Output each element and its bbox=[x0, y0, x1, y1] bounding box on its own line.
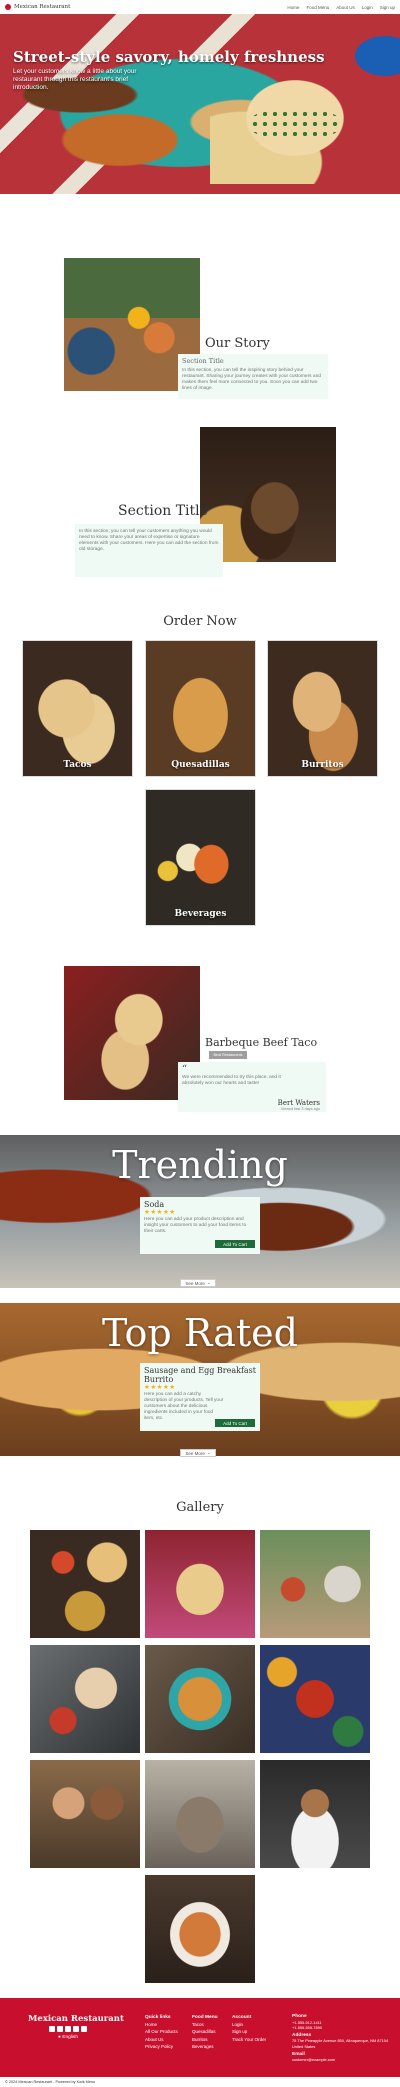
gallery-image[interactable] bbox=[260, 1530, 370, 1638]
product-description: Here you can add your product descriptio… bbox=[144, 1217, 247, 1234]
footer-link-beverages[interactable]: Beverages bbox=[192, 2043, 218, 2050]
chevron-down-icon[interactable] bbox=[195, 205, 205, 212]
hero-intro: Let your customers know a little about y… bbox=[13, 68, 137, 91]
gallery-image[interactable] bbox=[260, 1645, 370, 1753]
see-more-label: See More bbox=[185, 1450, 205, 1456]
copyright-bar: © 2024 Mexican Restaurant - Powered by K… bbox=[0, 2077, 400, 2087]
see-more-label: See More bbox=[185, 1280, 205, 1286]
gallery-image[interactable] bbox=[260, 1760, 370, 1868]
quote-icon: “ bbox=[182, 1064, 188, 1075]
gallery-image[interactable] bbox=[145, 1875, 255, 1983]
copyright-text: © 2024 Mexican Restaurant - Powered by K… bbox=[5, 2080, 96, 2084]
nav-link-about-us[interactable]: About Us bbox=[336, 5, 355, 10]
see-more-button[interactable]: See More ⌄ bbox=[180, 1279, 216, 1287]
add-to-cart-button[interactable]: Add To Cart bbox=[215, 1419, 255, 1427]
nav-link-sign-up[interactable]: Sign up bbox=[380, 5, 395, 10]
footer-link-privacy[interactable]: Privacy Policy bbox=[145, 2043, 178, 2050]
chevron-down-icon: ⌄ bbox=[206, 1450, 211, 1455]
our-story-card: Section Title In this section, you can t… bbox=[178, 354, 328, 399]
footer-link-tacos[interactable]: Tacos bbox=[192, 2021, 218, 2028]
footer-heading: Food Menu bbox=[192, 2015, 218, 2020]
footer-address: 75 The Pineapple Avenue 850, Albuquerque… bbox=[292, 2038, 389, 2049]
product-name[interactable]: Sausage and Egg Breakfast Burrito bbox=[144, 1366, 256, 1384]
social-links bbox=[49, 2026, 87, 2032]
gallery-image[interactable] bbox=[145, 1645, 255, 1753]
footer-link-about[interactable]: About Us bbox=[145, 2036, 178, 2043]
rating-stars: ★★★★★ bbox=[144, 1209, 176, 1216]
our-story-title: Our Story bbox=[205, 336, 270, 351]
category-label: Burritos bbox=[301, 760, 344, 770]
gallery-image[interactable] bbox=[30, 1760, 140, 1868]
hero-cilantro-image bbox=[250, 109, 340, 139]
category-burritos-card[interactable]: Burritos bbox=[267, 640, 378, 777]
footer-link-products[interactable]: All Our Products bbox=[145, 2028, 178, 2035]
globe-icon: ● bbox=[58, 2035, 61, 2040]
chevron-down-icon: ⌄ bbox=[206, 1280, 211, 1285]
footer-link-quesadillas[interactable]: Quesadillas bbox=[192, 2028, 218, 2035]
featured-badge: Best Restaurants bbox=[209, 1051, 247, 1059]
nav-link-food-menu[interactable]: Food Menu bbox=[306, 5, 329, 10]
language-selector[interactable]: ● English bbox=[58, 2035, 78, 2040]
section-card: In this section, you can tell your custo… bbox=[75, 524, 223, 577]
section-card-text: In this section, you can tell your custo… bbox=[79, 529, 219, 552]
footer-link-login[interactable]: Login bbox=[232, 2021, 266, 2028]
category-label: Tacos bbox=[63, 760, 92, 770]
hero-bowl-image bbox=[355, 36, 400, 76]
footer-brand[interactable]: Mexican Restaurant bbox=[28, 2014, 124, 2024]
category-label: Beverages bbox=[174, 909, 227, 919]
gallery-image[interactable] bbox=[30, 1645, 140, 1753]
our-story-card-heading: Section Title bbox=[182, 357, 224, 365]
reviewer-name: Bert Waters bbox=[277, 1099, 320, 1107]
category-label: Quesadillas bbox=[171, 760, 230, 770]
see-more-button[interactable]: See More ⌄ bbox=[180, 1449, 216, 1457]
nav-link-home[interactable]: Home bbox=[287, 5, 299, 10]
hero-banner: Street-style savory, homely freshness Le… bbox=[0, 14, 400, 194]
order-now-title: Order Now bbox=[163, 614, 237, 629]
footer-link-home[interactable]: Home bbox=[145, 2021, 178, 2028]
product-name[interactable]: Soda bbox=[144, 1200, 256, 1209]
product-description: Here you can add a catchy description of… bbox=[144, 1392, 224, 1421]
add-to-cart-button[interactable]: Add To Cart bbox=[215, 1240, 255, 1248]
featured-dish-name[interactable]: Barbeque Beef Taco bbox=[205, 1036, 317, 1049]
top-rated-title: Top Rated bbox=[102, 1311, 298, 1355]
gallery-image[interactable] bbox=[145, 1760, 255, 1868]
footer-email[interactable]: customer@example.com bbox=[292, 2057, 392, 2063]
restaurant-logo-icon[interactable] bbox=[5, 4, 11, 10]
footer-phone[interactable]: +1-555-555-7890 bbox=[292, 2025, 392, 2031]
footer-heading: Account bbox=[232, 2015, 252, 2020]
our-story-card-text: In this section, you can tell the inspir… bbox=[182, 368, 321, 391]
gallery-image[interactable] bbox=[145, 1530, 255, 1638]
review-date: Viewed fast 3 days ago bbox=[280, 1107, 320, 1111]
tiktok-icon[interactable] bbox=[81, 2026, 87, 2032]
gallery-image[interactable] bbox=[30, 1530, 140, 1638]
twitter-icon[interactable] bbox=[65, 2026, 71, 2032]
gallery-title: Gallery bbox=[176, 1500, 224, 1515]
category-tacos-card[interactable]: Tacos bbox=[22, 640, 133, 777]
category-quesadillas-card[interactable]: Quesadillas bbox=[145, 640, 256, 777]
language-label: English bbox=[62, 2035, 78, 2040]
footer-account: Account Login Sign up Track Your Order bbox=[232, 2014, 266, 2043]
footer-link-track-order[interactable]: Track Your Order bbox=[232, 2036, 266, 2043]
footer-quick-links: Quick links Home All Our Products About … bbox=[145, 2014, 178, 2050]
trending-title: Trending bbox=[112, 1143, 288, 1187]
hero-title: Street-style savory, homely freshness bbox=[13, 48, 325, 66]
nav-link-login[interactable]: Login bbox=[362, 5, 373, 10]
youtube-icon[interactable] bbox=[73, 2026, 79, 2032]
brand-name[interactable]: Mexican Restaurant bbox=[14, 4, 70, 10]
review-text: We were recommended to try this place, a… bbox=[182, 1075, 281, 1086]
footer-food-menu: Food Menu Tacos Quesadillas Burritos Bev… bbox=[192, 2014, 218, 2050]
instagram-icon[interactable] bbox=[57, 2026, 63, 2032]
top-navigation: Mexican Restaurant Home Food Menu About … bbox=[0, 0, 400, 14]
footer-contact: Phone +1-555-512-1411 +1-555-555-7890 Ad… bbox=[292, 2014, 392, 2063]
nav-links: Home Food Menu About Us Login Sign up bbox=[287, 5, 395, 10]
category-beverages-card[interactable]: Beverages bbox=[145, 789, 256, 926]
footer-link-signup[interactable]: Sign up bbox=[232, 2028, 266, 2035]
facebook-icon[interactable] bbox=[49, 2026, 55, 2032]
footer-heading: Quick links bbox=[145, 2015, 171, 2020]
footer-link-burritos[interactable]: Burritos bbox=[192, 2036, 218, 2043]
review-card: “ We were recommended to try this place,… bbox=[178, 1062, 326, 1112]
section-title: Section Title bbox=[118, 503, 208, 519]
rating-stars: ★★★★★ bbox=[144, 1384, 176, 1391]
site-footer: Mexican Restaurant ● English Quick links… bbox=[0, 1998, 400, 2077]
